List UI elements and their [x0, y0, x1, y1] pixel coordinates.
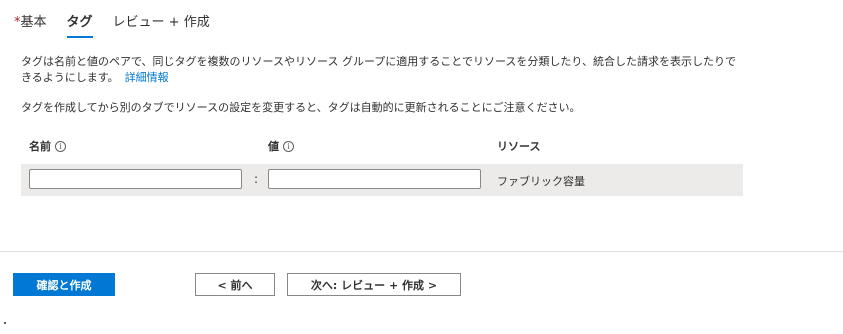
learn-more-link[interactable]: 詳細情報 — [125, 71, 169, 84]
tab-basics[interactable]: *基本 — [14, 14, 47, 38]
column-header-value-label: 値 — [268, 140, 279, 153]
tag-value-input[interactable] — [268, 169, 481, 189]
next-button[interactable]: 次へ: レビュー + 作成 > — [287, 273, 461, 296]
footer-divider — [0, 251, 843, 252]
column-header-name: 名前 i — [29, 138, 66, 154]
previous-button[interactable]: < 前へ — [195, 273, 275, 296]
tag-name-input[interactable] — [29, 169, 242, 189]
tags-description: タグは名前と値のペアで、同じタグを複数のリソースやリソース グループに適用するこ… — [21, 54, 741, 86]
column-header-value: 値 i — [268, 138, 294, 154]
column-header-resource: リソース — [497, 138, 540, 154]
info-icon[interactable]: i — [55, 140, 66, 152]
tab-tags[interactable]: タグ — [66, 14, 93, 38]
tab-tags-label: タグ — [66, 15, 93, 30]
tab-review-create[interactable]: レビュー + 作成 — [113, 14, 210, 38]
resource-type: ファブリック容量 — [497, 175, 585, 188]
stray-dot — [4, 322, 6, 324]
table-row: : ファブリック容量 — [21, 164, 743, 196]
column-header-name-label: 名前 — [29, 140, 51, 153]
review-create-button[interactable]: 確認と作成 — [13, 273, 115, 296]
tab-basics-label: 基本 — [20, 15, 47, 30]
tags-note: タグを作成してから別のタブでリソースの設定を変更すると、タグは自動的に更新される… — [21, 101, 581, 114]
info-icon[interactable]: i — [283, 140, 294, 152]
tab-review-create-label: レビュー + 作成 — [112, 15, 210, 30]
tab-bar: *基本 タグ レビュー + 作成 — [14, 14, 230, 42]
column-header-resource-label: リソース — [497, 140, 541, 153]
name-value-separator: : — [254, 172, 259, 186]
